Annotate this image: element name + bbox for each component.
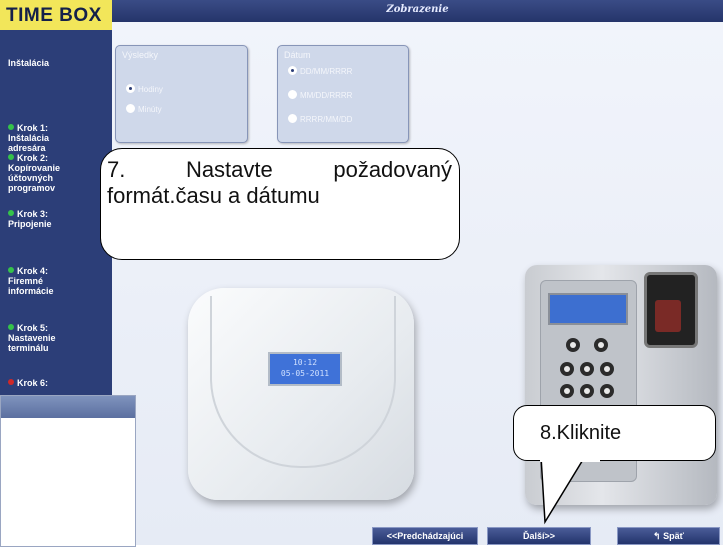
- step-done-icon: [8, 210, 14, 216]
- callout-word: Nastavte: [185, 157, 273, 182]
- lcd-date: 05-05-2011: [280, 369, 330, 378]
- radio-empty-icon: [288, 90, 297, 99]
- fingerprint-sensor-icon: [655, 300, 681, 332]
- keypad-key: [560, 362, 574, 376]
- sidebar-step-label: Krok 6:: [17, 378, 49, 388]
- keypad-key: [600, 384, 614, 398]
- date-group: Dátum DD/MM/RRRR MM/DD/RRRR RRRR/MM/DD: [277, 45, 409, 143]
- sidebar-item-step-6[interactable]: Krok 6:: [8, 378, 108, 388]
- sidebar-step-label: Krok 3:: [17, 209, 49, 219]
- lcd-time: 10:12: [292, 358, 318, 367]
- keypad-key: [560, 384, 574, 398]
- sidebar-item-step-3[interactable]: Krok 3: Pripojenie: [8, 209, 108, 229]
- sidebar-item-step-2[interactable]: Krok 2: Kopírovanie účtovných programov: [8, 153, 108, 193]
- step-done-icon: [8, 324, 14, 330]
- sidebar-step-label: Krok 1:: [17, 123, 49, 133]
- back-arrow-icon: ↰: [653, 531, 661, 541]
- results-group: Výsledky Hodiny Minúty: [115, 45, 248, 143]
- page-title: Zobrazenie: [386, 4, 449, 15]
- callout-step-7-text: 7. Nastavte požadovaný formát.času a dát…: [107, 157, 452, 209]
- sidebar-step-desc: Nastavenie: [8, 333, 56, 343]
- keypad-key: [594, 338, 608, 352]
- sidebar-step-desc: adresára: [8, 143, 46, 153]
- keypad-key: [566, 338, 580, 352]
- logo-text: TIME BOX: [6, 5, 102, 26]
- callout-word: 7.: [107, 157, 126, 182]
- radio-label: Minúty: [138, 105, 162, 114]
- back-button[interactable]: ↰ Späť: [617, 527, 720, 545]
- overlay-title-bar[interactable]: [1, 396, 135, 418]
- results-group-title: Výsledky: [122, 50, 159, 60]
- next-button[interactable]: Ďalší>>: [487, 527, 591, 545]
- callout-step-8-text: 8.Kliknite: [540, 422, 622, 444]
- radio-label: MM/DD/RRRR: [300, 91, 353, 100]
- radio-selected-icon: [288, 66, 297, 75]
- fingerprint-device-lcd: [548, 293, 628, 325]
- callout-word: požadovaný: [333, 157, 452, 182]
- step-current-icon: [8, 379, 14, 385]
- step-done-icon: [8, 124, 14, 130]
- radio-label: RRRR/MM/DD: [300, 115, 353, 124]
- sidebar-step-desc: informácie: [8, 286, 54, 296]
- previous-button[interactable]: <<Predchádzajúci: [372, 527, 478, 545]
- sidebar-step-label: Krok 2:: [17, 153, 49, 163]
- keypad-key: [600, 362, 614, 376]
- step-done-icon: [8, 154, 14, 160]
- sidebar-step-desc: Pripojenie: [8, 219, 52, 229]
- sidebar-step-desc: programov: [8, 183, 56, 193]
- back-button-label: Späť: [663, 531, 684, 541]
- sidebar-step-desc: Firemné: [8, 276, 44, 286]
- callout-step-8-tail-cover: [540, 452, 600, 462]
- keypad-key: [580, 362, 594, 376]
- step-done-icon: [8, 267, 14, 273]
- radio-empty-icon: [126, 104, 135, 113]
- sidebar-step-label: Krok 4:: [17, 266, 49, 276]
- callout-line: formát.času a dátumu: [107, 183, 320, 208]
- sidebar-step-desc: Inštalácia: [8, 133, 50, 143]
- header-bar: Zobrazenie: [112, 0, 723, 22]
- radio-selected-icon: [126, 84, 135, 93]
- radio-date-mmdd[interactable]: MM/DD/RRRR: [288, 90, 352, 100]
- radio-date-ddmm[interactable]: DD/MM/RRRR: [288, 66, 352, 76]
- radio-hours[interactable]: Hodiny: [126, 84, 163, 94]
- overlay-window: [0, 395, 136, 547]
- sidebar-step-desc: Kopírovanie: [8, 163, 61, 173]
- terminal-lcd: 10:12 05-05-2011: [268, 352, 342, 386]
- radio-date-rrrr[interactable]: RRRR/MM/DD: [288, 114, 352, 124]
- keypad-key: [580, 384, 594, 398]
- sidebar-step-desc: terminálu: [8, 343, 49, 353]
- radio-label: DD/MM/RRRR: [300, 67, 353, 76]
- sidebar-item-step-4[interactable]: Krok 4: Firemné informácie: [8, 266, 108, 296]
- radio-label: Hodiny: [138, 85, 163, 94]
- sidebar-item-installation[interactable]: Inštalácia: [8, 58, 108, 68]
- sidebar-item-step-5[interactable]: Krok 5: Nastavenie terminálu: [8, 323, 108, 353]
- sidebar-item-step-1[interactable]: Krok 1: Inštalácia adresára: [8, 123, 108, 153]
- sidebar-step-label: Krok 5:: [17, 323, 49, 333]
- radio-minutes[interactable]: Minúty: [126, 104, 162, 114]
- date-group-title: Dátum: [284, 50, 311, 60]
- logo: TIME BOX: [0, 0, 112, 30]
- sidebar-step-desc: účtovných: [8, 173, 54, 183]
- sidebar-item-label: Inštalácia: [8, 58, 50, 68]
- radio-empty-icon: [288, 114, 297, 123]
